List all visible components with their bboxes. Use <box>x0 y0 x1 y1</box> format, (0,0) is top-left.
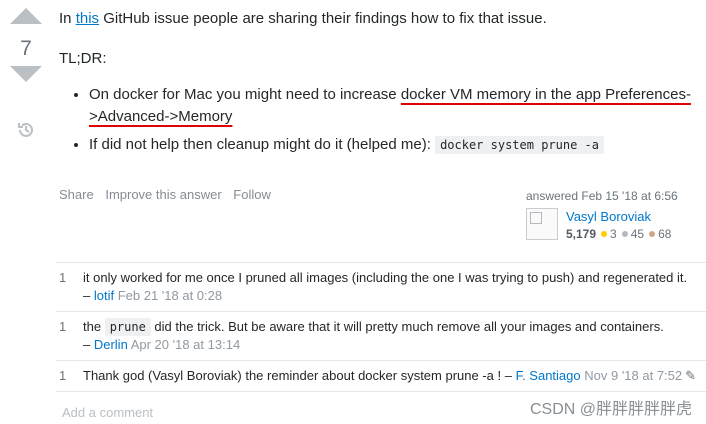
intro-paragraph: In this GitHub issue people are sharing … <box>59 8 699 30</box>
comment-user-link[interactable]: Derlin <box>94 337 128 352</box>
comment-body: the prune did the trick. But be aware th… <box>83 312 706 360</box>
comment-user-link[interactable]: lotif <box>94 288 114 303</box>
bullet-text: On docker for Mac you might need to incr… <box>89 86 401 103</box>
comment-item: 1 the prune did the trick. But be aware … <box>56 312 706 361</box>
downvote-arrow-icon[interactable] <box>10 66 42 82</box>
broken-image-icon <box>530 212 542 224</box>
comment-dash: – <box>83 337 94 352</box>
reputation-score: 5,179 <box>566 227 597 241</box>
bullet-list: On docker for Mac you might need to incr… <box>59 84 699 156</box>
bullet-text: If did not help then cleanup might do it… <box>89 136 436 153</box>
comment-body: it only worked for me once I pruned all … <box>83 263 706 311</box>
follow-link[interactable]: Follow <box>233 187 271 202</box>
comments-list: 1 it only worked for me once I pruned al… <box>56 262 706 392</box>
vote-column: 7 <box>10 8 42 137</box>
comment-score: 1 <box>59 270 67 285</box>
pencil-icon[interactable]: ✎ <box>685 367 696 385</box>
user-card: answered Feb 15 '18 at 6:56 Vasyl Borovi… <box>526 189 701 241</box>
comment-text: the <box>83 319 105 334</box>
comment-user-link[interactable]: F. Santiago <box>516 368 581 383</box>
silver-badge-icon <box>621 231 628 238</box>
comment-date[interactable]: Apr 20 '18 at 13:14 <box>131 337 240 352</box>
vote-count: 7 <box>20 37 32 60</box>
github-issue-link[interactable]: this <box>76 10 99 27</box>
intro-text-rest: GitHub issue people are sharing their fi… <box>99 10 547 27</box>
bronze-badge-icon <box>649 231 656 238</box>
bronze-badge-count: 68 <box>658 227 672 241</box>
answered-timestamp: answered Feb 15 '18 at 6:56 <box>526 189 678 203</box>
comment-score: 1 <box>59 319 67 334</box>
comment-text: did the trick. But be aware that it will… <box>150 319 664 334</box>
comment-date[interactable]: Feb 21 '18 at 0:28 <box>118 288 222 303</box>
reputation: 5,179 3 45 68 <box>566 227 671 241</box>
intro-text: In <box>59 10 76 27</box>
silver-badge-count: 45 <box>630 227 645 241</box>
comment-item: 1 it only worked for me once I pruned al… <box>56 263 706 312</box>
user-name-link[interactable]: Vasyl Boroviak <box>566 209 651 224</box>
watermark: CSDN @胖胖胖胖胖虎 <box>529 401 692 418</box>
comment-body: Thank god (Vasyl Boroviak) the reminder … <box>83 361 706 391</box>
upvote-arrow-icon[interactable] <box>10 8 42 24</box>
gold-badge-count: 3 <box>610 227 617 241</box>
list-item: If did not help then cleanup might do it… <box>89 134 699 156</box>
avatar[interactable] <box>526 208 558 240</box>
comment-item: 1 Thank god (Vasyl Boroviak) the reminde… <box>56 361 706 392</box>
history-icon[interactable] <box>17 121 35 139</box>
improve-answer-link[interactable]: Improve this answer <box>105 187 221 202</box>
add-comment-link[interactable]: Add a comment <box>62 405 153 420</box>
comment-text: Thank god (Vasyl Boroviak) the reminder … <box>83 368 516 383</box>
tldr-heading: TL;DR: <box>59 50 107 67</box>
comment-score: 1 <box>59 368 67 383</box>
comment-date[interactable]: Nov 9 '18 at 7:52 <box>584 368 682 383</box>
post-actions: Share Improve this answer Follow <box>59 187 279 202</box>
share-link[interactable]: Share <box>59 187 94 202</box>
prune-command: docker system prune -a <box>435 136 605 154</box>
comment-dash: – <box>83 288 94 303</box>
list-item: On docker for Mac you might need to incr… <box>89 84 699 128</box>
answer-page: 7 In this GitHub issue people are sharin… <box>0 0 706 424</box>
answer-body: In this GitHub issue people are sharing … <box>59 8 699 162</box>
comment-text: it only worked for me once I pruned all … <box>83 270 688 285</box>
gold-badge-icon <box>601 231 608 238</box>
prune-code: prune <box>104 318 151 336</box>
